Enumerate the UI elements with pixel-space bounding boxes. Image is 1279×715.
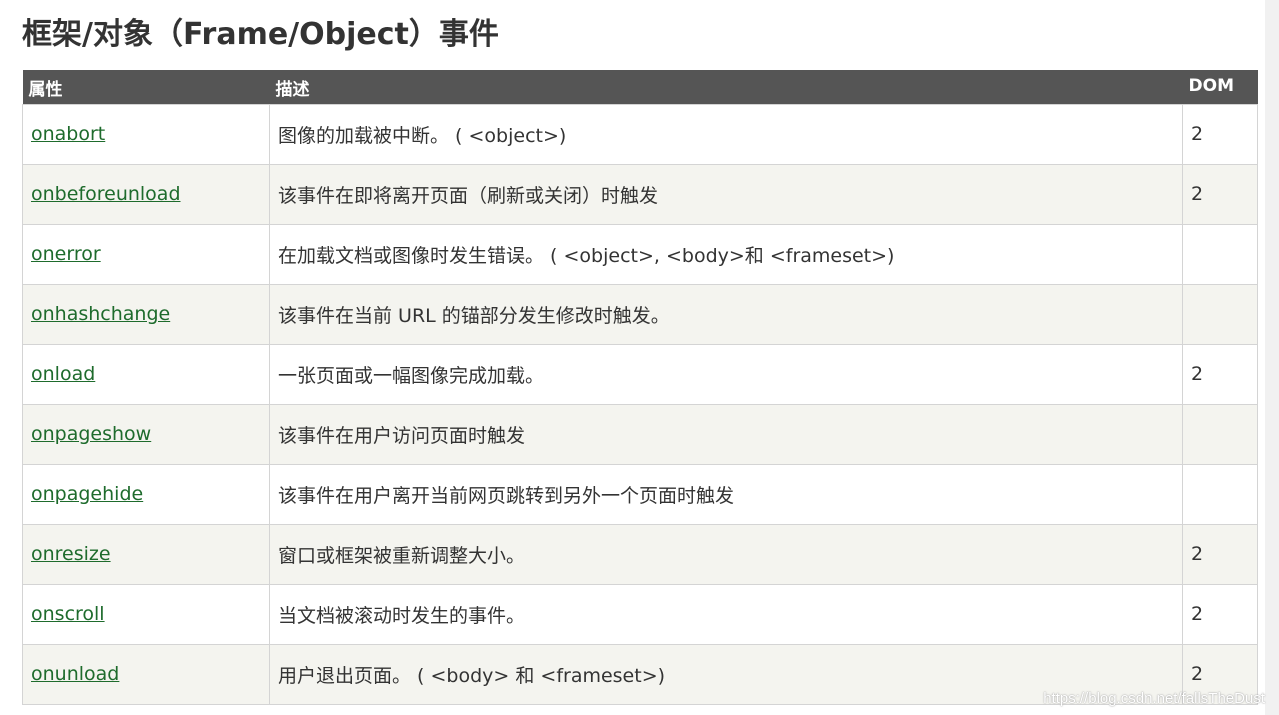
table-row: onresize 窗口或框架被重新调整大小。 2 <box>22 523 1258 585</box>
desc-cell: 图像的加载被中断。 ( <object>) <box>269 103 1183 165</box>
desc-cell: 在加载文档或图像时发生错误。 ( <object>, <body>和 <fram… <box>269 223 1183 285</box>
table-header-row: 属性 描述 DOM <box>22 70 1258 104</box>
scrollbar-track[interactable] <box>1265 0 1279 715</box>
dom-cell: 2 <box>1182 103 1258 165</box>
dom-cell <box>1182 283 1258 345</box>
desc-cell: 该事件在用户访问页面时触发 <box>269 403 1183 465</box>
table-row: onload 一张页面或一幅图像完成加载。 2 <box>22 343 1258 405</box>
attr-cell: onresize <box>22 523 270 585</box>
event-link-onabort[interactable]: onabort <box>31 123 105 145</box>
attr-cell: onerror <box>22 223 270 285</box>
event-link-onhashchange[interactable]: onhashchange <box>31 303 170 325</box>
dom-cell: 2 <box>1182 523 1258 585</box>
dom-cell <box>1182 223 1258 285</box>
dom-cell <box>1182 403 1258 465</box>
dom-cell: 2 <box>1182 163 1258 225</box>
page-title: 框架/对象（Frame/Object）事件 <box>22 17 499 52</box>
attr-cell: onabort <box>22 103 270 165</box>
event-link-onpageshow[interactable]: onpageshow <box>31 423 151 445</box>
page: 框架/对象（Frame/Object）事件 属性 描述 DOM onabort … <box>0 0 1279 715</box>
attr-cell: onpageshow <box>22 403 270 465</box>
table-row: onpageshow 该事件在用户访问页面时触发 <box>22 403 1258 465</box>
header-dom: DOM <box>1182 70 1258 104</box>
desc-cell: 该事件在用户离开当前网页跳转到另外一个页面时触发 <box>269 463 1183 525</box>
event-link-onerror[interactable]: onerror <box>31 243 101 265</box>
watermark: https://blog.csdn.net/fallsTheDust <box>1043 690 1265 707</box>
table-row: onerror 在加载文档或图像时发生错误。 ( <object>, <body… <box>22 223 1258 285</box>
header-description: 描述 <box>269 70 1183 104</box>
attr-cell: onpagehide <box>22 463 270 525</box>
attr-cell: onunload <box>22 643 270 705</box>
attr-cell: onhashchange <box>22 283 270 345</box>
event-link-onunload[interactable]: onunload <box>31 663 119 685</box>
event-link-onbeforeunload[interactable]: onbeforeunload <box>31 183 181 205</box>
attr-cell: onscroll <box>22 583 270 645</box>
dom-cell: 2 <box>1182 583 1258 645</box>
table-row: onbeforeunload 该事件在即将离开页面（刷新或关闭）时触发 2 <box>22 163 1258 225</box>
attr-cell: onbeforeunload <box>22 163 270 225</box>
dom-cell <box>1182 463 1258 525</box>
header-attribute: 属性 <box>22 70 270 104</box>
events-table: 属性 描述 DOM onabort 图像的加载被中断。 ( <object>) … <box>22 70 1258 705</box>
table-row: onscroll 当文档被滚动时发生的事件。 2 <box>22 583 1258 645</box>
desc-cell: 一张页面或一幅图像完成加载。 <box>269 343 1183 405</box>
dom-cell: 2 <box>1182 343 1258 405</box>
attr-cell: onload <box>22 343 270 405</box>
table-row: onpagehide 该事件在用户离开当前网页跳转到另外一个页面时触发 <box>22 463 1258 525</box>
desc-cell: 当文档被滚动时发生的事件。 <box>269 583 1183 645</box>
desc-cell: 该事件在当前 URL 的锚部分发生修改时触发。 <box>269 283 1183 345</box>
event-link-onload[interactable]: onload <box>31 363 95 385</box>
desc-cell: 窗口或框架被重新调整大小。 <box>269 523 1183 585</box>
table-row: onhashchange 该事件在当前 URL 的锚部分发生修改时触发。 <box>22 283 1258 345</box>
event-link-onscroll[interactable]: onscroll <box>31 603 105 625</box>
event-link-onresize[interactable]: onresize <box>31 543 111 565</box>
event-link-onpagehide[interactable]: onpagehide <box>31 483 143 505</box>
desc-cell: 该事件在即将离开页面（刷新或关闭）时触发 <box>269 163 1183 225</box>
table-row: onabort 图像的加载被中断。 ( <object>) 2 <box>22 103 1258 165</box>
